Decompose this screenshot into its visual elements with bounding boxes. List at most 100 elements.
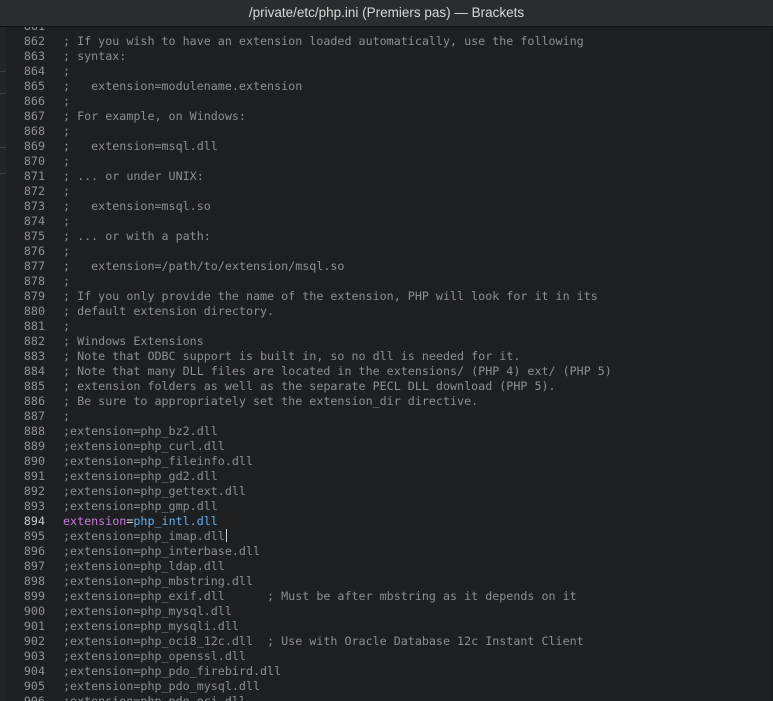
code-text[interactable]: ; xyxy=(63,214,70,229)
code-line[interactable]: 876; xyxy=(6,244,771,259)
code-line[interactable]: 900 ;extension=php_mysql.dll xyxy=(6,604,771,619)
code-line[interactable]: 892 ;extension=php_gettext.dll xyxy=(6,484,771,499)
code-line[interactable]: 865 ; extension=modulename.extension xyxy=(6,79,771,94)
code-text[interactable]: ;extension=php_pdo_firebird.dll xyxy=(63,664,281,679)
code-text[interactable]: ;extension=php_curl.dll xyxy=(63,439,225,454)
code-text[interactable]: ; If you only provide the name of the ex… xyxy=(63,289,598,304)
code-line[interactable]: 861 xyxy=(6,27,771,34)
code-text[interactable]: ;extension=php_oci8_12c.dll ; Use with O… xyxy=(63,634,584,649)
code-text[interactable]: ; default extension directory. xyxy=(63,304,274,319)
code-line[interactable]: 881; xyxy=(6,319,771,334)
line-number: 900 xyxy=(23,604,45,618)
code-text[interactable]: ;extension=php_interbase.dll xyxy=(63,544,260,559)
code-text[interactable]: ;extension=php_openssl.dll xyxy=(63,649,246,664)
code-editor[interactable]: 861862 ; If you wish to have an extension… xyxy=(6,27,771,701)
code-line[interactable]: 871 ; ... or under UNIX: xyxy=(6,169,771,184)
code-text[interactable]: ;extension=php_mbstring.dll xyxy=(63,574,253,589)
code-line[interactable]: 872; xyxy=(6,184,771,199)
code-text[interactable]: ; xyxy=(63,319,70,334)
code-text[interactable]: ;extension=php_ldap.dll xyxy=(63,559,225,574)
code-text[interactable]: ; syntax: xyxy=(63,49,126,64)
line-number: 872 xyxy=(23,184,45,198)
code-line[interactable]: 886 ; Be sure to appropriately set the ex… xyxy=(6,394,771,409)
code-text[interactable]: ;extension=php_fileinfo.dll xyxy=(63,454,253,469)
code-text[interactable]: ;extension=php_bz2.dll xyxy=(63,424,218,439)
code-text[interactable]: ;extension=php_gmp.dll xyxy=(63,499,218,514)
code-line[interactable]: 875 ; ... or with a path: xyxy=(6,229,771,244)
code-text[interactable]: ; extension=modulename.extension xyxy=(63,79,302,94)
code-text[interactable]: ; Note that ODBC support is built in, so… xyxy=(63,349,520,364)
code-line[interactable]: 896 ;extension=php_interbase.dll xyxy=(6,544,771,559)
code-line[interactable]: 895 ;extension=php_imap.dll xyxy=(6,529,771,544)
code-line[interactable]: 887; xyxy=(6,409,771,424)
code-text[interactable]: ; xyxy=(63,184,70,199)
code-text[interactable]: ;extension=php_gettext.dll xyxy=(63,484,246,499)
code-text[interactable]: ;extension=php_mysqli.dll xyxy=(63,619,239,634)
code-line[interactable]: 902 ;extension=php_oci8_12c.dll ; Use wit… xyxy=(6,634,771,649)
code-line[interactable]: 864; xyxy=(6,64,771,79)
code-line[interactable]: 883 ; Note that ODBC support is built in,… xyxy=(6,349,771,364)
code-text[interactable]: ; ... or with a path: xyxy=(63,229,211,244)
code-line[interactable]: 897 ;extension=php_ldap.dll xyxy=(6,559,771,574)
code-text[interactable]: ; xyxy=(63,244,70,259)
code-line[interactable]: 890 ;extension=php_fileinfo.dll xyxy=(6,454,771,469)
code-line[interactable]: 901 ;extension=php_mysqli.dll xyxy=(6,619,771,634)
code-line[interactable]: 874; xyxy=(6,214,771,229)
code-text[interactable]: ; xyxy=(63,409,70,424)
code-text[interactable]: ; extension=msql.dll xyxy=(63,139,218,154)
code-text[interactable]: ;extension=php_gd2.dll xyxy=(63,469,218,484)
code-text[interactable]: ; extension=/path/to/extension/msql.so xyxy=(63,259,344,274)
code-text[interactable]: ; Windows Extensions xyxy=(63,334,204,349)
code-line[interactable]: 889 ;extension=php_curl.dll xyxy=(6,439,771,454)
code-text[interactable]: ; Note that many DLL files are located i… xyxy=(63,364,612,379)
line-number: 877 xyxy=(23,259,45,273)
code-line[interactable]: 877 ; extension=/path/to/extension/msql.s… xyxy=(6,259,771,274)
code-text[interactable]: ;extension=php_exif.dll ; Must be after … xyxy=(63,589,577,604)
code-line[interactable]: 893 ;extension=php_gmp.dll xyxy=(6,499,771,514)
code-line[interactable]: 873 ; extension=msql.so xyxy=(6,199,771,214)
code-line[interactable]: 898 ;extension=php_mbstring.dll xyxy=(6,574,771,589)
code-text[interactable]: ;extension=php_pdo_oci.dll xyxy=(63,694,246,701)
code-line[interactable]: 885 ; extension folders as well as the se… xyxy=(6,379,771,394)
code-line[interactable]: 904 ;extension=php_pdo_firebird.dll xyxy=(6,664,771,679)
code-line[interactable]: 870; xyxy=(6,154,771,169)
code-line[interactable]: 891 ;extension=php_gd2.dll xyxy=(6,469,771,484)
code-text[interactable]: ; xyxy=(63,154,70,169)
code-text[interactable]: ; extension folders as well as the separ… xyxy=(63,379,556,394)
code-text[interactable]: ; ... or under UNIX: xyxy=(63,169,204,184)
code-text[interactable]: ; extension=msql.so xyxy=(63,199,211,214)
code-line[interactable]: 862 ; If you wish to have an extension lo… xyxy=(6,34,771,49)
code-text[interactable]: ;extension=php_mysql.dll xyxy=(63,604,232,619)
code-text[interactable]: ; xyxy=(63,64,70,79)
code-line[interactable]: 884 ; Note that many DLL files are locate… xyxy=(6,364,771,379)
code-line[interactable]: 899 ;extension=php_exif.dll ; Must be aft… xyxy=(6,589,771,604)
code-text[interactable]: ;extension=php_imap.dll xyxy=(63,529,227,544)
line-number: 866 xyxy=(23,94,45,108)
code-line[interactable]: 879 ; If you only provide the name of the… xyxy=(6,289,771,304)
code-text[interactable]: ; For example, on Windows: xyxy=(63,109,246,124)
code-line[interactable]: 863 ; syntax: xyxy=(6,49,771,64)
code-text[interactable]: ; Be sure to appropriately set the exten… xyxy=(63,394,478,409)
window-titlebar[interactable]: /private/etc/php.ini (Premiers pas) — Br… xyxy=(0,0,773,27)
line-number: 884 xyxy=(23,364,45,378)
code-line[interactable]: 869 ; extension=msql.dll xyxy=(6,139,771,154)
code-line[interactable]: 905 ;extension=php_pdo_mysql.dll xyxy=(6,679,771,694)
code-line[interactable]: 878; xyxy=(6,274,771,289)
line-number: 876 xyxy=(23,244,45,258)
code-line[interactable]: 867 ; For example, on Windows: xyxy=(6,109,771,124)
code-text[interactable]: ; xyxy=(63,94,70,109)
code-text[interactable]: extension=php_intl.dll xyxy=(63,514,218,529)
code-text[interactable]: ;extension=php_pdo_mysql.dll xyxy=(63,679,260,694)
code-line[interactable]: 868; xyxy=(6,124,771,139)
code-line[interactable]: 894 extension=php_intl.dll xyxy=(6,514,771,529)
code-line[interactable]: 880 ; default extension directory. xyxy=(6,304,771,319)
code-text[interactable]: ; xyxy=(63,124,70,139)
text-cursor xyxy=(225,529,227,542)
code-line[interactable]: 903 ;extension=php_openssl.dll xyxy=(6,649,771,664)
code-line[interactable]: 906 ;extension=php_pdo_oci.dll xyxy=(6,694,771,701)
code-line[interactable]: 866; xyxy=(6,94,771,109)
code-line[interactable]: 888 ;extension=php_bz2.dll xyxy=(6,424,771,439)
code-text[interactable]: ; xyxy=(63,274,70,289)
code-text[interactable]: ; If you wish to have an extension loade… xyxy=(63,34,584,49)
code-line[interactable]: 882 ; Windows Extensions xyxy=(6,334,771,349)
